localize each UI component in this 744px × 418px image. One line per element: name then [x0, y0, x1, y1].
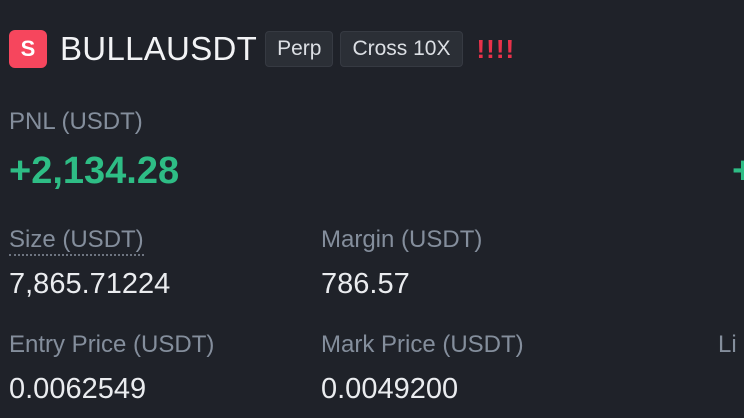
entry-price-label: Entry Price (USDT): [9, 331, 215, 358]
position-card: S BULLAUSDT Perp Cross 10X !!!! PNL (USD…: [0, 0, 744, 418]
margin-leverage-tag[interactable]: Cross 10X: [340, 31, 463, 67]
size-label-text[interactable]: Size (USDT): [9, 226, 144, 256]
pnl-value: +2,134.28: [9, 150, 180, 192]
mark-price-label: Mark Price (USDT): [321, 331, 524, 358]
position-header: S BULLAUSDT Perp Cross 10X !!!!: [9, 30, 515, 68]
size-label[interactable]: Size (USDT): [9, 226, 144, 256]
entry-price-value: 0.0062549: [9, 373, 147, 405]
mark-price-value: 0.0049200: [321, 373, 459, 405]
margin-value: 786.57: [321, 268, 410, 300]
liq-price-label-partial: Li: [718, 331, 737, 358]
liquidation-warning-icon[interactable]: !!!!: [477, 34, 516, 65]
short-side-badge: S: [9, 30, 47, 68]
symbol-name[interactable]: BULLAUSDT: [60, 30, 257, 68]
roi-value-partial: +: [732, 150, 744, 192]
contract-type-tag: Perp: [265, 31, 334, 67]
margin-label: Margin (USDT): [321, 226, 483, 253]
pnl-label: PNL (USDT): [9, 108, 143, 135]
size-value: 7,865.71224: [9, 268, 171, 300]
